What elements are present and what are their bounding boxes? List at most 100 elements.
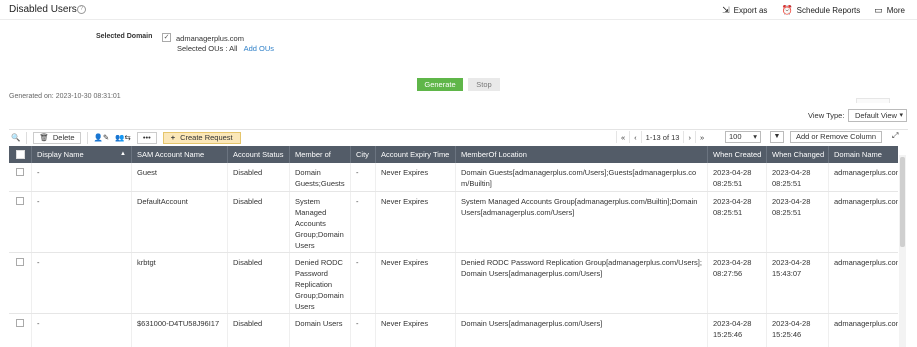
row-checkbox[interactable] — [16, 258, 24, 266]
page-range: 1-13 of 13 — [640, 131, 684, 143]
col-account-expiry[interactable]: Account Expiry Time — [376, 146, 456, 163]
first-page-button[interactable]: « — [616, 131, 629, 143]
cell-changed: 2023-04-28 08:25:51 — [767, 163, 829, 191]
cell-changed: 2023-04-28 15:25:46 — [767, 314, 829, 347]
fullscreen-icon[interactable]: ⤢ — [892, 131, 898, 141]
cell-location: Domain Users[admanagerplus.com/Users] — [456, 314, 708, 347]
delete-button[interactable]: 🗑 Delete — [33, 131, 81, 144]
filter-icon[interactable]: ▼ — [770, 131, 784, 143]
more-actions-button[interactable]: ••• — [136, 131, 157, 144]
pagination: « ‹ 1-13 of 13 › » — [616, 131, 708, 143]
col-display-name[interactable]: Display Name ▲ — [32, 146, 132, 163]
table-row[interactable]: - Guest Disabled Domain Guests;Guests - … — [9, 163, 898, 192]
create-request-label: Create Request — [180, 133, 233, 142]
create-request-button[interactable]: + Create Request — [162, 131, 241, 144]
panel-toggle-tab[interactable] — [856, 98, 890, 103]
cell-city: - — [351, 163, 376, 191]
domain-value: admanagerplus.com — [176, 34, 244, 43]
export-icon: ⇲ — [722, 5, 730, 15]
cell-city: - — [351, 253, 376, 313]
enable-user-icon[interactable]: 👤✎ — [94, 132, 110, 144]
delete-label: Delete — [52, 133, 75, 142]
col-city[interactable]: City — [351, 146, 376, 163]
table-row[interactable]: - krbtgt Disabled Denied RODC Password R… — [9, 253, 898, 314]
toolbar-separator — [26, 131, 28, 144]
table-row[interactable]: - $631000-D4TU58J96I17 Disabled Domain U… — [9, 314, 898, 347]
report-table: Display Name ▲ SAM Account Name Account S… — [9, 146, 898, 347]
cell-status: Disabled — [228, 253, 290, 313]
next-page-button[interactable]: › — [683, 131, 695, 143]
schedule-label: Schedule Reports — [796, 6, 861, 15]
select-all-checkbox[interactable] — [15, 150, 25, 159]
cell-location: Domain Guests[admanagerplus.com/Users];G… — [456, 163, 708, 191]
add-ous-link[interactable]: Add OUs — [244, 44, 274, 53]
add-remove-column-button[interactable]: Add or Remove Column — [790, 131, 882, 143]
cell-expiry: Never Expires — [376, 163, 456, 191]
cell-display-name: - — [32, 192, 132, 252]
cell-sam: DefaultAccount — [132, 192, 228, 252]
more-button[interactable]: ▭ More — [874, 5, 905, 16]
cell-member-of: System Managed Accounts Group;Domain Use… — [290, 192, 351, 252]
cell-member-of: Denied RODC Password Replication Group;D… — [290, 253, 351, 313]
row-checkbox[interactable] — [16, 319, 24, 327]
generated-on: Generated on: 2023-10-30 08:31:01 — [9, 93, 121, 100]
col-sam-account-name[interactable]: SAM Account Name — [132, 146, 228, 163]
selected-domain-label: Selected Domain — [96, 33, 153, 40]
select-all-cell — [9, 146, 32, 163]
schedule-reports-button[interactable]: ⏰ Schedule Reports — [781, 5, 860, 16]
row-select-cell — [9, 314, 32, 347]
prev-page-button[interactable]: ‹ — [629, 131, 641, 143]
cell-changed: 2023-04-28 15:43:07 — [767, 253, 829, 313]
col-account-status[interactable]: Account Status — [228, 146, 290, 163]
sort-asc-icon: ▲ — [120, 151, 126, 157]
more-icon: ▭ — [874, 5, 883, 15]
table-row[interactable]: - DefaultAccount Disabled System Managed… — [9, 192, 898, 253]
row-select-cell — [9, 192, 32, 252]
scrollbar-thumb[interactable] — [900, 157, 905, 247]
cell-expiry: Never Expires — [376, 314, 456, 347]
cell-sam: krbtgt — [132, 253, 228, 313]
row-select-cell — [9, 163, 32, 191]
stop-button[interactable]: Stop — [468, 78, 500, 91]
cell-created: 2023-04-28 08:25:51 — [708, 163, 767, 191]
header-divider — [0, 19, 917, 20]
col-memberof-location[interactable]: MemberOf Location — [456, 146, 708, 163]
col-when-changed[interactable]: When Changed — [767, 146, 829, 163]
cell-location: Denied RODC Password Replication Group[a… — [456, 253, 708, 313]
cell-display-name: - — [32, 314, 132, 347]
view-type-select[interactable]: Default View — [848, 109, 907, 122]
cell-city: - — [351, 192, 376, 252]
last-page-button[interactable]: » — [694, 131, 708, 143]
cell-domain: admanagerplus.com — [834, 258, 898, 267]
export-button[interactable]: ⇲ Export as — [722, 5, 767, 16]
table-scrollbar[interactable] — [899, 155, 906, 347]
help-icon[interactable]: ? — [77, 5, 86, 14]
cell-display-name: - — [32, 163, 132, 191]
col-when-created[interactable]: When Created — [708, 146, 767, 163]
col-member-of[interactable]: Member of — [290, 146, 351, 163]
cell-city: - — [351, 314, 376, 347]
cell-changed: 2023-04-28 08:25:51 — [767, 192, 829, 252]
view-type-label: View Type: — [808, 111, 845, 120]
domain-checkbox[interactable]: ✓ — [162, 33, 171, 42]
trash-icon: 🗑 — [39, 133, 49, 142]
export-label: Export as — [733, 6, 768, 15]
cell-member-of: Domain Users — [290, 314, 351, 347]
cell-expiry: Never Expires — [376, 253, 456, 313]
more-label: More — [886, 6, 905, 15]
move-user-icon[interactable]: 👥⇆ — [115, 132, 131, 144]
row-checkbox[interactable] — [16, 168, 24, 176]
generate-button[interactable]: Generate — [417, 78, 463, 91]
row-select-cell — [9, 253, 32, 313]
cell-member-of: Domain Guests;Guests — [290, 163, 351, 191]
page-size-select[interactable]: 100 — [725, 131, 761, 143]
cell-sam: Guest — [132, 163, 228, 191]
cell-created: 2023-04-28 15:25:46 — [708, 314, 767, 347]
row-checkbox[interactable] — [16, 197, 24, 205]
col-domain-name[interactable]: Domain Name — [829, 146, 898, 163]
selected-ous: Selected OUs : All Add OUs — [177, 44, 274, 53]
search-icon[interactable]: 🔍 — [11, 132, 20, 144]
cell-created: 2023-04-28 08:27:56 — [708, 253, 767, 313]
plus-icon: + — [170, 133, 176, 142]
cell-domain: admanagerplus.com — [834, 319, 898, 328]
